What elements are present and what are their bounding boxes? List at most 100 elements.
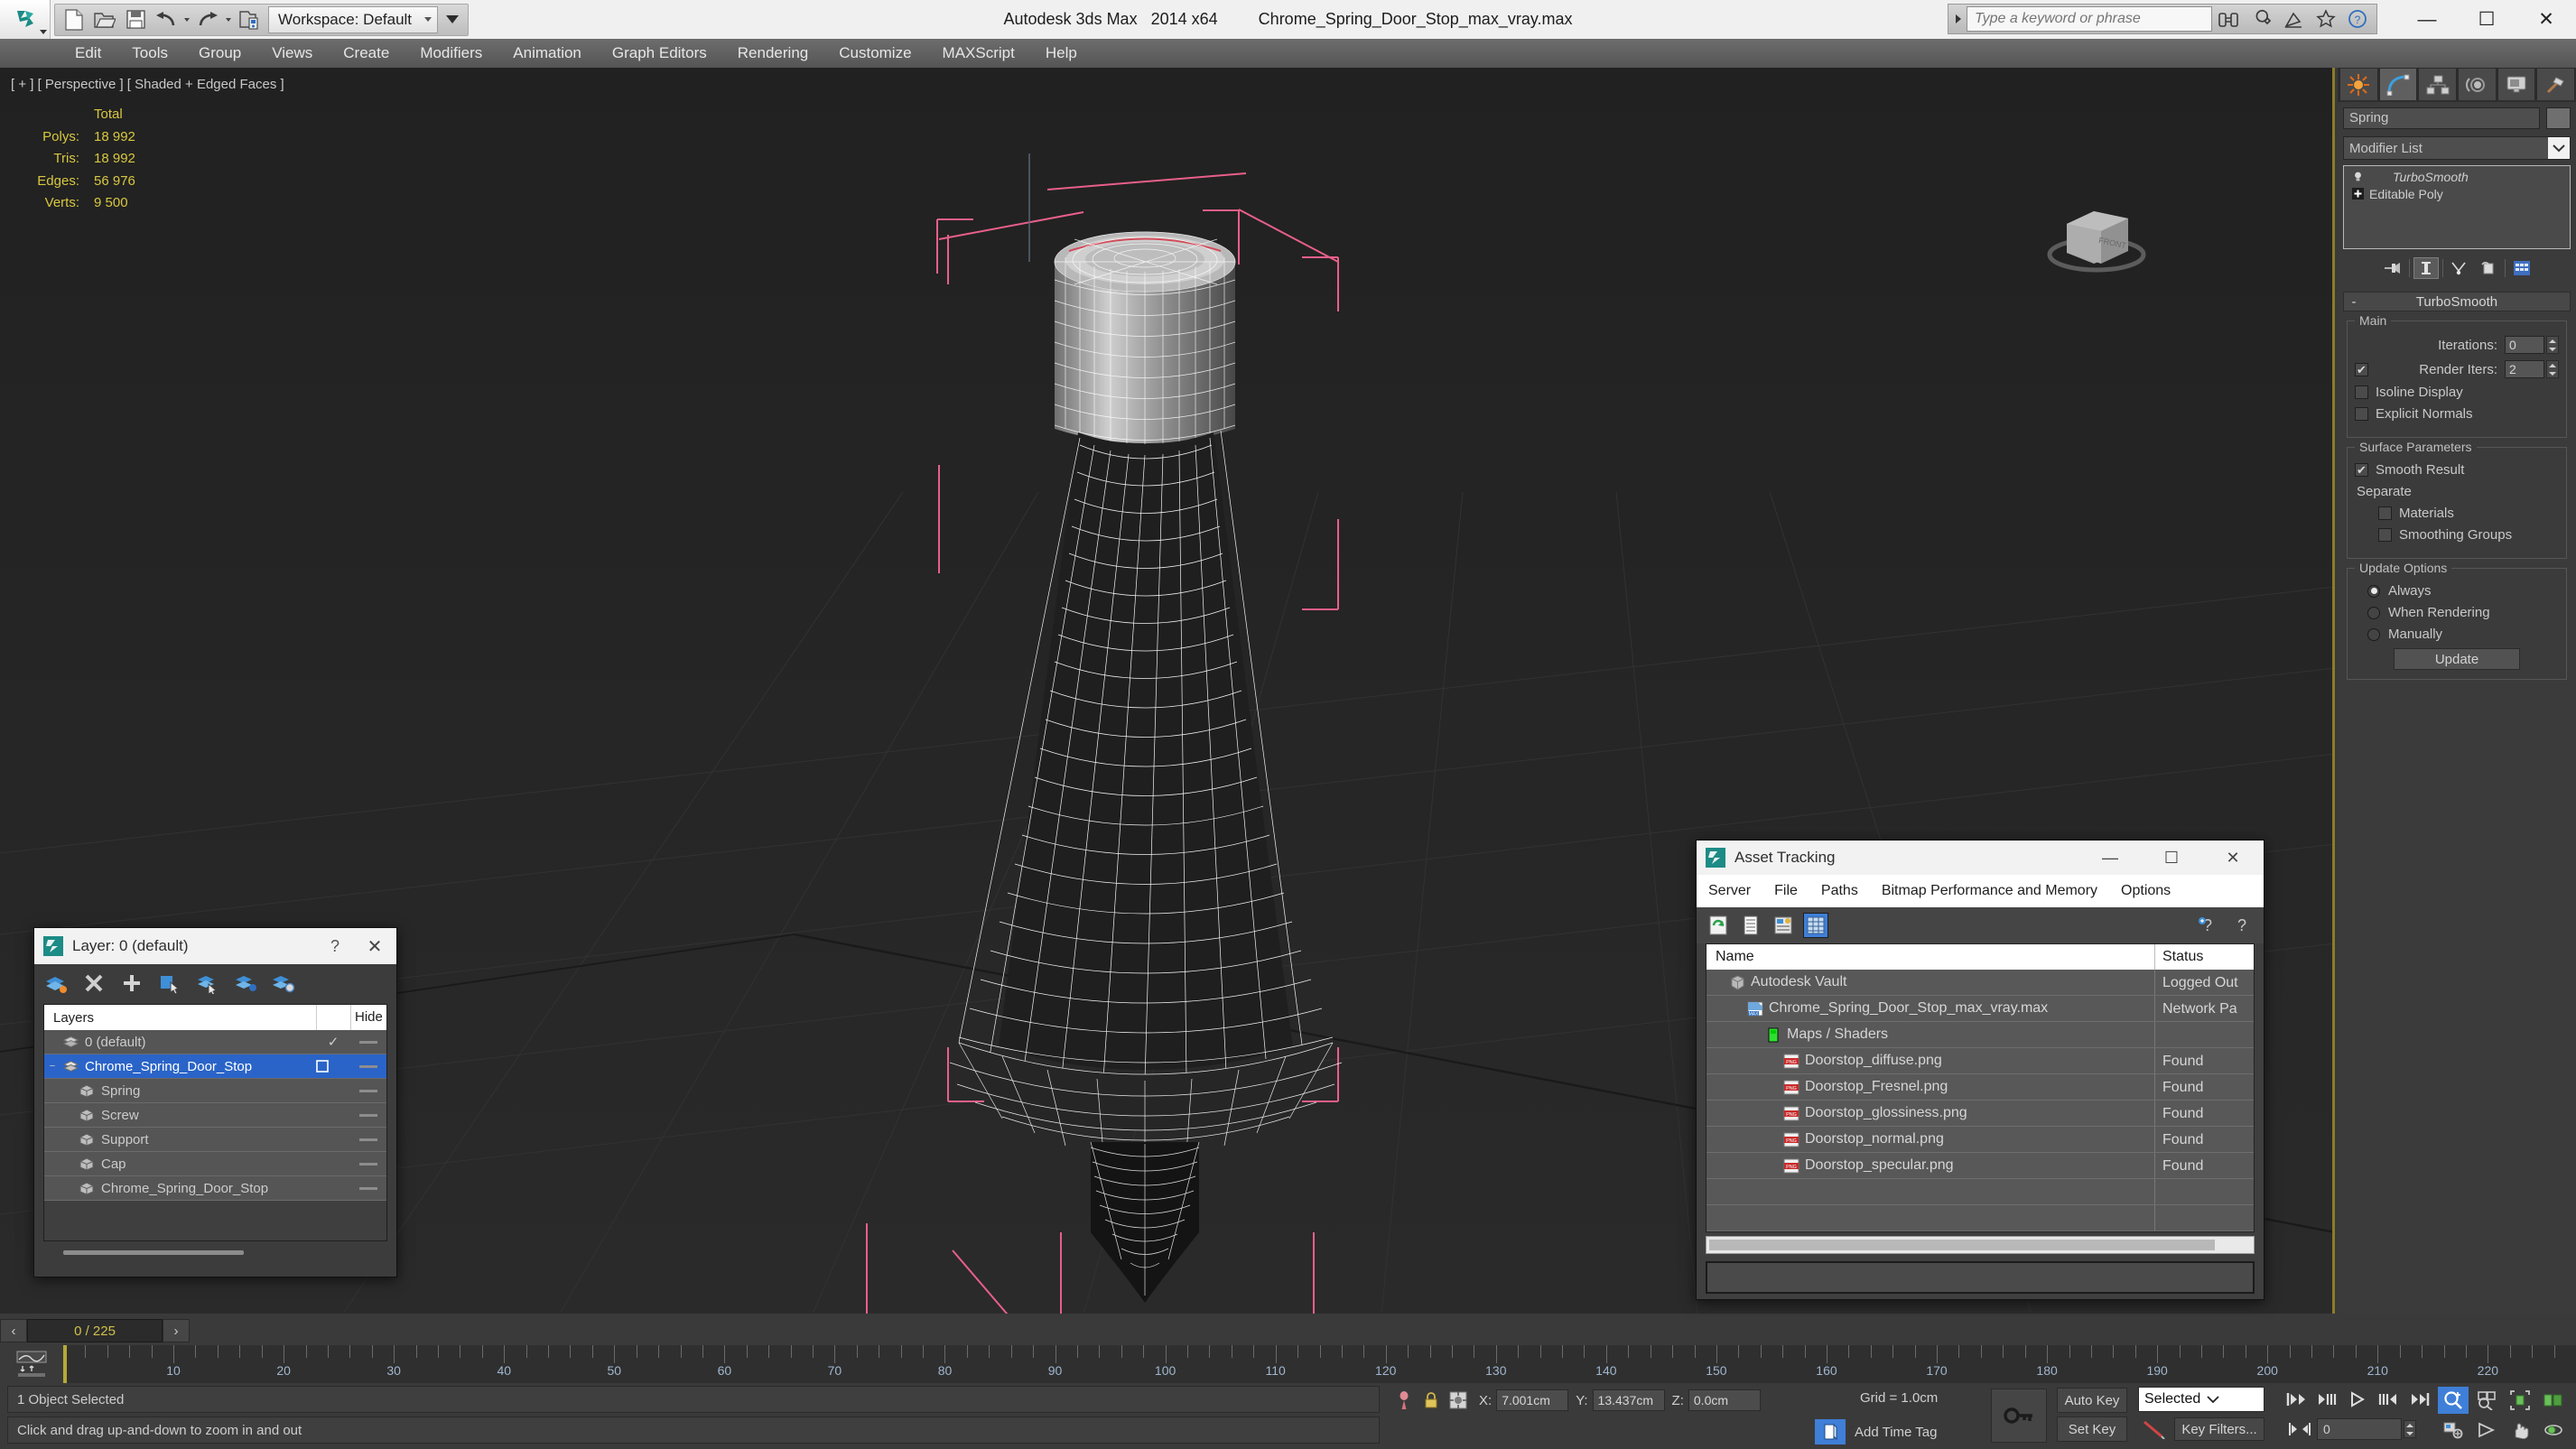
select-object-layer-icon[interactable] xyxy=(157,971,182,996)
layer-row[interactable]: Cap xyxy=(44,1152,386,1176)
smooth-result-checkbox[interactable] xyxy=(2355,463,2368,477)
object-color-swatch[interactable] xyxy=(2546,107,2571,129)
menu-group[interactable]: Group xyxy=(183,39,256,68)
search-satellite-button[interactable] xyxy=(2277,5,2310,33)
x-field[interactable]: 7.001cm xyxy=(1496,1389,1569,1411)
layer-hide-toggle[interactable] xyxy=(350,1113,386,1117)
layer-row[interactable]: − Chrome_Spring_Door_Stop xyxy=(44,1054,386,1079)
stack-item-turbosmooth[interactable]: TurboSmooth xyxy=(2346,168,2568,185)
layer-row[interactable]: Screw xyxy=(44,1103,386,1128)
add-selection-icon[interactable] xyxy=(119,971,144,996)
zoom-all-button[interactable] xyxy=(2471,1387,2502,1414)
viewport-label[interactable]: [ + ] [ Perspective ] [ Shaded + Edged F… xyxy=(11,77,284,92)
table-view-icon[interactable] xyxy=(1803,913,1828,938)
smoothing-groups-row[interactable]: Smoothing Groups xyxy=(2355,527,2559,543)
make-unique-button[interactable] xyxy=(2447,257,2472,279)
refresh-icon[interactable] xyxy=(1706,913,1731,938)
tab-display[interactable] xyxy=(2497,68,2536,100)
layer-dialog-help-button[interactable]: ? xyxy=(317,937,353,956)
at-menu-bitmap-performance[interactable]: Bitmap Performance and Memory xyxy=(1870,883,2109,899)
search-binoculars-button[interactable] xyxy=(2212,5,2245,33)
minimize-button[interactable]: — xyxy=(2397,0,2457,39)
manually-radio[interactable] xyxy=(2367,627,2380,641)
highlight-selected-icon[interactable] xyxy=(233,971,258,996)
auto-key-button[interactable]: Auto Key xyxy=(2057,1388,2127,1413)
asset-list-horizontal-scrollbar[interactable] xyxy=(1706,1236,2255,1254)
layer-row[interactable]: 0 (default) ✓ xyxy=(44,1030,386,1054)
view-cube[interactable]: FRONT xyxy=(2038,190,2155,293)
asset-row[interactable]: PNG Doorstop_normal.png Found xyxy=(1706,1127,2254,1153)
smoothing-groups-checkbox[interactable] xyxy=(2378,528,2392,542)
previous-frame-button[interactable] xyxy=(2313,1387,2340,1412)
project-folder-button[interactable] xyxy=(234,5,265,34)
menu-modifiers[interactable]: Modifiers xyxy=(405,39,498,68)
update-option-manually[interactable]: Manually xyxy=(2355,627,2559,642)
iterations-field[interactable]: 0 xyxy=(2505,336,2544,354)
named-selection-sets-dropdown[interactable]: Selected xyxy=(2138,1387,2264,1412)
open-file-button[interactable] xyxy=(89,5,120,34)
menu-animation[interactable]: Animation xyxy=(498,39,597,68)
list-view-icon[interactable] xyxy=(1738,913,1763,938)
menu-help[interactable]: Help xyxy=(1030,39,1093,68)
update-option-always[interactable]: Always xyxy=(2355,583,2559,599)
asset-row[interactable]: PNG Doorstop_diffuse.png Found xyxy=(1706,1048,2254,1074)
rollout-collapse-icon[interactable]: - xyxy=(2344,294,2364,310)
at-menu-options[interactable]: Options xyxy=(2109,883,2182,899)
workspace-selector[interactable]: Workspace: Default xyxy=(268,5,439,33)
frame-spinner[interactable] xyxy=(2404,1420,2416,1438)
isoline-display-checkbox[interactable] xyxy=(2355,385,2368,399)
stack-item-editable-poly[interactable]: Editable Poly xyxy=(2346,185,2568,202)
lock-selection-icon[interactable] xyxy=(1418,1387,1445,1414)
zoom-extents-all-button[interactable] xyxy=(2538,1387,2569,1414)
tab-modify[interactable] xyxy=(2378,68,2418,100)
search-wrench-button[interactable] xyxy=(2245,5,2277,33)
set-key-mode-button[interactable] xyxy=(1991,1389,2047,1443)
always-radio[interactable] xyxy=(2367,584,2380,598)
set-key-button[interactable]: Set Key xyxy=(2057,1416,2127,1442)
layer-active-check[interactable]: ✓ xyxy=(316,1034,350,1050)
key-tangent-icon[interactable] xyxy=(2142,1419,2167,1439)
asset-row[interactable]: Maps / Shaders xyxy=(1706,1022,2254,1048)
layer-hide-toggle[interactable] xyxy=(350,1138,386,1141)
close-button[interactable]: ✕ xyxy=(2516,0,2576,39)
at-menu-server[interactable]: Server xyxy=(1697,883,1762,899)
play-animation-button[interactable] xyxy=(2344,1387,2371,1412)
z-field[interactable]: 0.0cm xyxy=(1688,1389,1761,1411)
redo-button[interactable] xyxy=(192,5,223,34)
search-expand-icon[interactable] xyxy=(1950,5,1967,33)
zoom-button[interactable] xyxy=(2438,1387,2469,1414)
materials-checkbox[interactable] xyxy=(2378,506,2392,520)
materials-row[interactable]: Materials xyxy=(2355,506,2559,521)
explicit-normals-row[interactable]: Explicit Normals xyxy=(2355,406,2559,422)
asset-row[interactable]: MAX Chrome_Spring_Door_Stop_max_vray.max… xyxy=(1706,996,2254,1022)
asset-row[interactable]: PNG Doorstop_glossiness.png Found xyxy=(1706,1101,2254,1127)
at-menu-paths[interactable]: Paths xyxy=(1809,883,1870,899)
orbit-button[interactable] xyxy=(2538,1417,2569,1443)
path-editor-icon[interactable] xyxy=(1771,913,1796,938)
key-mode-toggle-icon[interactable] xyxy=(1815,1419,1846,1444)
menu-maxscript[interactable]: MAXScript xyxy=(927,39,1030,68)
app-logo-button[interactable] xyxy=(0,0,51,39)
render-iters-field[interactable]: 2 xyxy=(2505,360,2544,378)
render-iters-spinner[interactable] xyxy=(2546,360,2559,378)
pin-stack-button[interactable] xyxy=(2380,257,2405,279)
layer-settings-icon[interactable] xyxy=(271,971,296,996)
add-time-tag-area[interactable]: Add Time Tag xyxy=(1815,1419,1937,1444)
absolute-relative-mode-icon[interactable] xyxy=(1445,1387,1472,1414)
render-iters-checkbox[interactable] xyxy=(2355,362,2368,376)
open-mini-curve-editor-button[interactable] xyxy=(0,1345,63,1383)
search-favorites-button[interactable] xyxy=(2310,5,2342,33)
maximize-viewport-button[interactable] xyxy=(2571,1417,2576,1443)
at-menu-file[interactable]: File xyxy=(1762,883,1809,899)
undo-dropdown-button[interactable] xyxy=(181,5,192,34)
layer-list-horizontal-scrollbar[interactable] xyxy=(43,1250,387,1263)
modifier-stack[interactable]: TurboSmooth Editable Poly xyxy=(2343,165,2571,249)
tab-hierarchy[interactable] xyxy=(2418,68,2458,100)
current-frame-display[interactable]: 0 / 225 xyxy=(27,1319,163,1342)
workspace-dropdown-button[interactable] xyxy=(441,5,464,34)
menu-tools[interactable]: Tools xyxy=(116,39,183,68)
menu-customize[interactable]: Customize xyxy=(823,39,926,68)
key-filters-button[interactable]: Key Filters... xyxy=(2174,1417,2264,1441)
object-name-field[interactable]: Spring xyxy=(2343,107,2540,129)
help-icon[interactable]: ? xyxy=(2229,913,2255,938)
